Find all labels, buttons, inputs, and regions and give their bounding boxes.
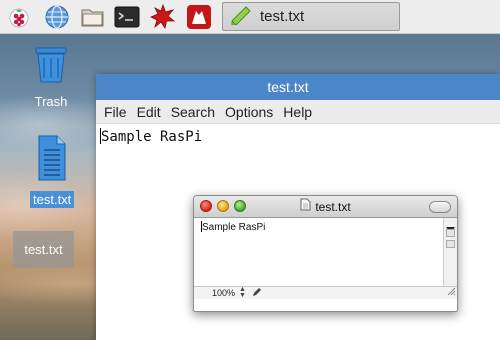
menu-help[interactable]: Help [279,104,316,120]
file-manager-icon[interactable] [80,4,106,30]
resize-grip-icon[interactable] [446,286,456,298]
desktop-file-test-txt[interactable]: test.txt [30,134,75,208]
web-browser-icon[interactable] [44,4,70,30]
menu-search[interactable]: Search [167,104,219,120]
math-kernel-icon[interactable] [150,4,176,30]
desktop-trash-label: Trash [34,94,68,109]
zoom-level: 100% [212,288,236,298]
raspberry-menu-icon[interactable] [6,4,32,30]
text-file-icon [35,134,69,187]
taskbar-task-test-txt[interactable]: test.txt [222,2,400,31]
toolbar-toggle-button[interactable] [429,201,451,213]
menu-bar: File Edit Search Options Help [96,100,500,124]
status-bar: 100% ▲ ▼ [194,286,457,299]
dragged-file-ghost-label: test.txt [24,242,63,257]
menu-options[interactable]: Options [221,104,277,120]
zoom-stepper[interactable]: ▲ ▼ [239,286,246,299]
textedit-window: test.txt Sample RasPi 100% ▲ ▼ [193,195,458,312]
editor-text-area[interactable]: Sample RasPi [96,124,500,149]
taskbar-task-label: test.txt [260,8,305,25]
textedit-content: Sample RasPi [202,222,266,233]
taskbar: test.txt [0,0,500,34]
desktop-file-label: test.txt [30,191,75,208]
pencil-icon[interactable] [252,287,262,299]
document-icon [300,198,311,216]
close-split-icon[interactable] [446,240,455,248]
text-editor-titlebar[interactable]: test.txt [96,74,500,100]
desktop-trash[interactable]: Trash [31,44,71,110]
editor-content: Sample RasPi [101,129,203,145]
text-editor-icon [229,3,253,30]
textedit-body: Sample RasPi 100% ▲ ▼ [194,218,457,299]
window-title: test.txt [267,79,309,95]
wolfram-icon[interactable] [186,4,212,30]
menu-file[interactable]: File [100,104,131,120]
textedit-text-area[interactable]: Sample RasPi [201,221,265,233]
split-view-icon[interactable] [446,229,455,237]
trash-icon [31,44,71,89]
dragged-file-ghost: test.txt [13,231,74,268]
textedit-titlebar[interactable]: test.txt [194,196,457,218]
terminal-icon[interactable] [114,4,140,30]
textedit-title: test.txt [315,199,351,214]
menu-edit[interactable]: Edit [133,104,165,120]
